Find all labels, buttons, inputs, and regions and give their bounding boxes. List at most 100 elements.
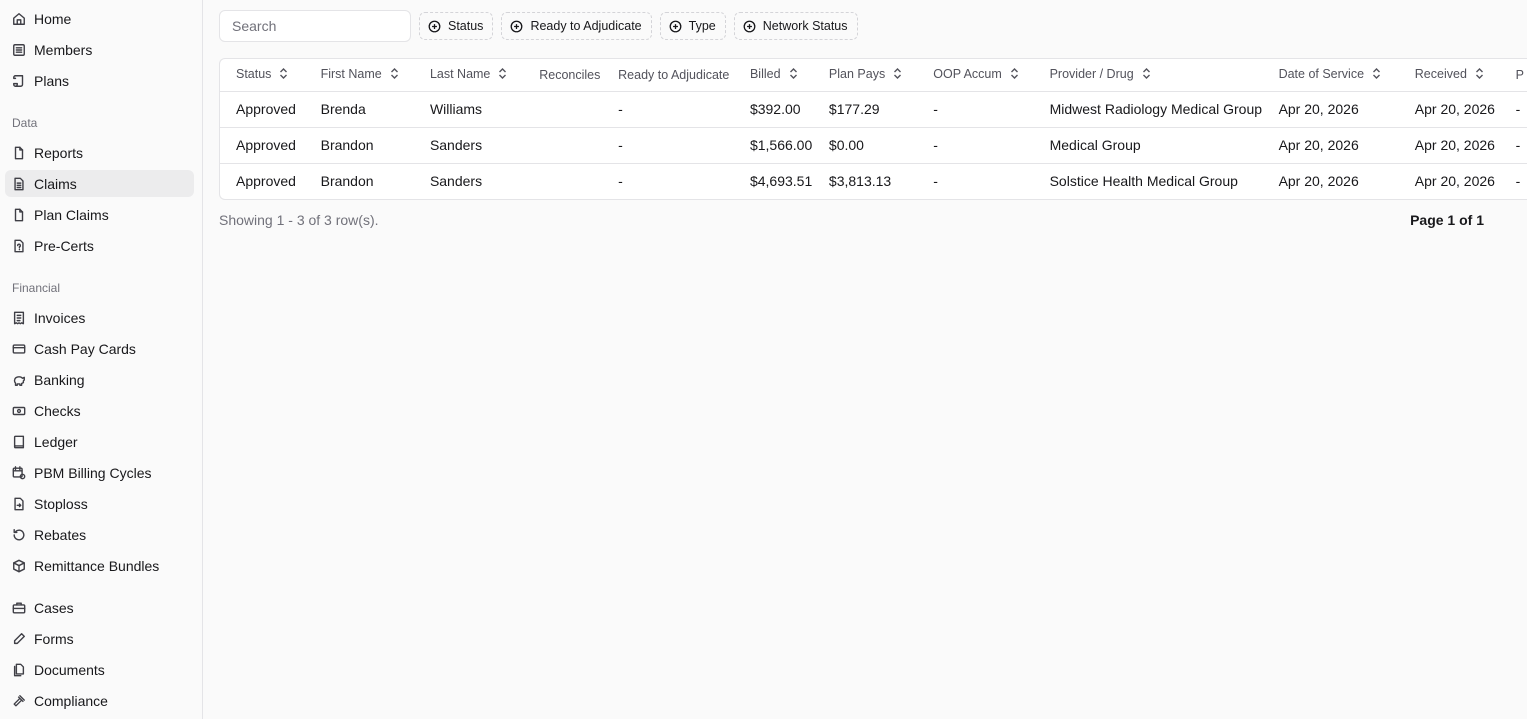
- column-header-last-name[interactable]: Last Name: [413, 59, 524, 92]
- sidebar-item-label: PBM Billing Cycles: [34, 464, 152, 481]
- sidebar-item-label: Documents: [34, 661, 105, 678]
- sort-icon[interactable]: [279, 68, 288, 82]
- column-header-label: Provider / Drug: [1049, 67, 1134, 82]
- sidebar-item-claims[interactable]: Claims: [5, 170, 194, 197]
- column-header-date-of-service[interactable]: Date of Service: [1262, 59, 1399, 92]
- sidebar-item-ledger[interactable]: Ledger: [5, 428, 194, 455]
- filter-network-status-button[interactable]: Network Status: [733, 12, 858, 40]
- column-header-first-name[interactable]: First Name: [304, 59, 414, 92]
- table-cell-p: -: [1499, 91, 1527, 128]
- filter-type-button[interactable]: Type: [659, 12, 726, 40]
- main-content: Status Ready to Adjudicate Type Network Sta…: [219, 10, 1527, 228]
- sort-icon[interactable]: [1475, 68, 1484, 82]
- table-cell-reconciles: [523, 163, 602, 199]
- sidebar-item-cases[interactable]: Cases: [5, 594, 194, 621]
- column-header-provider-drug[interactable]: Provider / Drug: [1033, 59, 1263, 92]
- sidebar-item-forms[interactable]: Forms: [5, 625, 194, 652]
- sidebar-item-stoploss[interactable]: Stoploss: [5, 490, 194, 517]
- sort-icon[interactable]: [498, 68, 507, 82]
- table-row[interactable]: Approved Brandon Sanders - $1,566.00 $0.00- Me…: [220, 127, 1527, 164]
- filter-label: Ready to Adjudicate: [530, 19, 642, 33]
- search-input[interactable]: [219, 10, 411, 42]
- package-icon: [12, 559, 26, 573]
- sidebar-item-label: Cases: [34, 599, 74, 616]
- table-cell-billed: $4,693.51: [749, 173, 813, 190]
- sidebar-item-label: Reports: [34, 144, 84, 161]
- sidebar-item-label: Home: [34, 10, 72, 27]
- briefcase-icon: [12, 601, 26, 615]
- sidebar-item-documents[interactable]: Documents: [5, 656, 194, 683]
- sidebar-item-remittance-bundles[interactable]: Remittance Bundles: [5, 552, 194, 579]
- sidebar-item-compliance[interactable]: Compliance: [5, 687, 194, 714]
- column-header-p: P: [1499, 59, 1527, 92]
- sidebar-item-cash-pay-cards[interactable]: Cash Pay Cards: [5, 335, 194, 362]
- table-cell-received: Apr 20, 2026: [1398, 91, 1500, 128]
- filter-label: Status: [448, 19, 484, 33]
- table-cell-provider-drug: Midwest Radiology Medical Group: [1033, 91, 1263, 128]
- sidebar-item-banking[interactable]: Banking: [5, 366, 194, 393]
- table-cell-plan-pays: $177.29: [812, 91, 918, 128]
- sidebar-item-plan-claims[interactable]: Plan Claims: [5, 201, 194, 228]
- table-cell-last-name: Sanders: [429, 173, 483, 190]
- table-cell-ready-to-adjudicate: -: [602, 127, 734, 164]
- filter-ready-to-adjudicate-button[interactable]: Ready to Adjudicate: [501, 12, 652, 40]
- sidebar-item-label: Compliance: [34, 692, 108, 709]
- table-cell-first-name: Brandon: [320, 173, 374, 190]
- table-cell-date-of-service: Apr 20, 2026: [1278, 173, 1359, 190]
- sidebar-item-plans[interactable]: Plans: [5, 67, 194, 94]
- table-cell-date-of-service: Apr 20, 2026: [1262, 91, 1399, 128]
- sort-icon[interactable]: [893, 68, 902, 82]
- column-header-label: Reconciles: [539, 67, 601, 82]
- file-icon: [12, 208, 26, 222]
- column-header-reconciles: Reconciles: [523, 59, 603, 92]
- sidebar-item-pbm-billing-cycles[interactable]: PBM Billing Cycles: [5, 459, 194, 486]
- sidebar-item-members[interactable]: Members: [5, 36, 194, 63]
- refresh-icon: [12, 528, 26, 542]
- column-header-received[interactable]: Received: [1398, 59, 1500, 92]
- list-icon: [12, 43, 26, 57]
- calendar-cycle-icon: [12, 465, 26, 480]
- table-cell-status: Approved: [236, 173, 296, 190]
- sort-icon[interactable]: [390, 68, 399, 82]
- column-header-label: First Name: [320, 67, 382, 82]
- column-header-ready-to-adjudicate: Ready to Adjudicate: [602, 59, 734, 92]
- table-row[interactable]: Approved Brandon Sanders - $4,693.51 $3,813.1…: [220, 163, 1527, 199]
- sidebar-item-reports[interactable]: Reports: [5, 139, 194, 166]
- sidebar-item-home[interactable]: Home: [5, 5, 194, 32]
- plus-circle-icon: [743, 20, 756, 33]
- column-header-label: Plan Pays: [828, 67, 886, 82]
- column-header-status[interactable]: Status: [220, 59, 305, 92]
- sidebar-item-label: Plan Claims: [34, 206, 109, 223]
- column-header-oop-accum[interactable]: OOP Accum: [917, 59, 1034, 92]
- sidebar-item-pre-certs[interactable]: Pre-Certs: [5, 232, 194, 259]
- column-header-label: Received: [1414, 67, 1467, 82]
- table-row[interactable]: Approved Brenda Williams - $392.00 $177.29- Mi…: [220, 91, 1527, 128]
- sort-icon[interactable]: [1142, 68, 1151, 82]
- table-header-row: Status First Name Last Name Reconciles Ready…: [220, 59, 1527, 92]
- table-cell-oop-accum: -: [933, 173, 938, 190]
- sidebar-item-label: Ledger: [34, 433, 78, 450]
- sidebar-item-checks[interactable]: Checks: [5, 397, 194, 424]
- table-cell-last-name: Williams: [413, 91, 524, 128]
- sidebar-item-rebates[interactable]: Rebates: [5, 521, 194, 548]
- table-cell-status: Approved: [220, 127, 305, 164]
- claims-table: Status First Name Last Name Reconciles Ready…: [219, 58, 1527, 200]
- table-cell-first-name: Brenda: [304, 91, 414, 128]
- filter-status-button[interactable]: Status: [419, 12, 494, 40]
- table-cell-ready-to-adjudicate: -: [602, 91, 734, 128]
- sidebar-item-label: Checks: [34, 402, 81, 419]
- sidebar-item-invoices[interactable]: Invoices: [5, 304, 194, 331]
- column-header-billed[interactable]: Billed: [733, 59, 813, 92]
- sort-icon[interactable]: [789, 68, 798, 82]
- table-cell-reconciles: [523, 91, 603, 128]
- file-question-icon: [12, 239, 26, 253]
- sidebar-item-label: Plans: [34, 72, 70, 89]
- section-label-financial: Financial: [12, 281, 61, 295]
- plus-circle-icon: [510, 20, 523, 33]
- table-footer: Showing 1 - 3 of 3 row(s). Page 1 of 1: [219, 212, 1484, 228]
- sidebar-item-label: Forms: [34, 630, 74, 647]
- column-header-label: Last Name: [429, 67, 491, 82]
- sort-icon[interactable]: [1010, 68, 1019, 82]
- column-header-plan-pays[interactable]: Plan Pays: [812, 59, 918, 92]
- sort-icon[interactable]: [1372, 68, 1381, 82]
